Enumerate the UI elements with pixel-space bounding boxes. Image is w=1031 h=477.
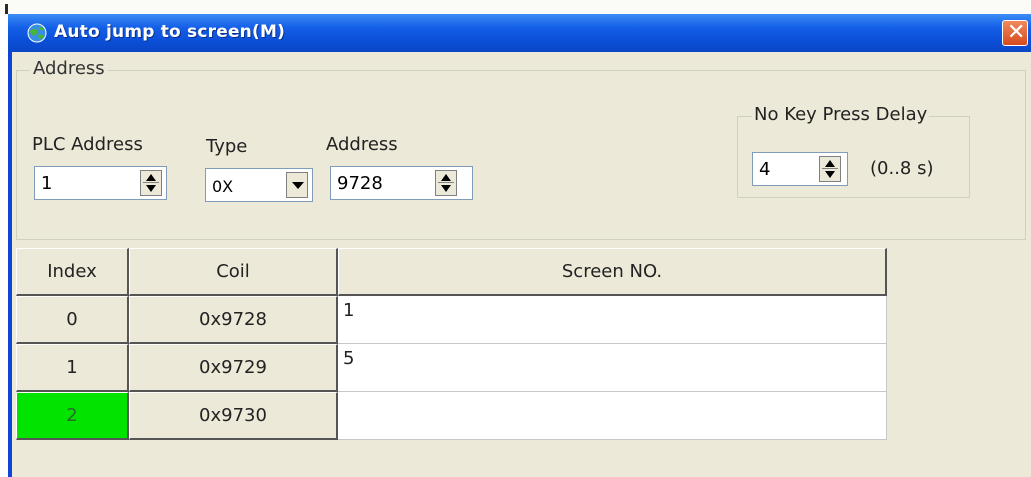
plc-address-value: 1	[41, 173, 53, 194]
background-strip	[0, 0, 1031, 14]
window-title: Auto jump to screen(M)	[54, 22, 286, 42]
address-spinbox[interactable]: 9728	[330, 166, 473, 200]
row-coil-cell: 0x9730	[129, 392, 338, 440]
plc-address-spin-icon[interactable]	[140, 170, 162, 196]
delay-legend: No Key Press Delay	[752, 104, 930, 125]
delay-spin-icon[interactable]	[819, 156, 841, 182]
close-icon: ✕	[1007, 20, 1026, 45]
screen-no-input[interactable]: 1	[338, 296, 887, 344]
plc-address-spinbox[interactable]: 1	[34, 166, 167, 200]
screen-no-input[interactable]	[338, 392, 887, 440]
type-label: Type	[206, 136, 248, 157]
screen-no-input[interactable]: 5	[338, 344, 887, 392]
address-value: 9728	[337, 173, 383, 194]
delay-value: 4	[759, 159, 771, 180]
chevron-down-icon[interactable]	[286, 172, 308, 198]
plc-address-label: PLC Address	[32, 134, 143, 155]
globe-app-icon	[27, 23, 47, 43]
address-label: Address	[326, 134, 398, 155]
close-button[interactable]: ✕	[1002, 20, 1028, 46]
delay-spinbox[interactable]: 4	[752, 152, 848, 186]
row-coil-cell: 0x9729	[129, 344, 338, 392]
column-header-coil[interactable]: Coil	[129, 248, 338, 296]
address-group-legend: Address	[30, 58, 108, 79]
column-header-index[interactable]: Index	[16, 248, 129, 296]
title-bar[interactable]: Auto jump to screen(M) ✕	[8, 14, 1031, 52]
delay-unit: (0..8 s)	[870, 158, 934, 179]
row-index-cell-selected[interactable]: 2	[16, 392, 129, 440]
column-header-screen-no[interactable]: Screen NO.	[338, 248, 887, 296]
type-select[interactable]: 0X	[205, 168, 313, 202]
dialog-window: Auto jump to screen(M) ✕ Address PLC Add…	[8, 14, 1031, 477]
row-index-cell[interactable]: 1	[16, 344, 129, 392]
address-spin-icon[interactable]	[435, 170, 457, 196]
row-index-cell[interactable]: 0	[16, 296, 129, 344]
row-coil-cell: 0x9728	[129, 296, 338, 344]
background-edge	[5, 4, 8, 14]
type-value: 0X	[212, 177, 234, 196]
dialog-body: Address PLC Address 1 Type 0X Address 97…	[12, 52, 1031, 477]
